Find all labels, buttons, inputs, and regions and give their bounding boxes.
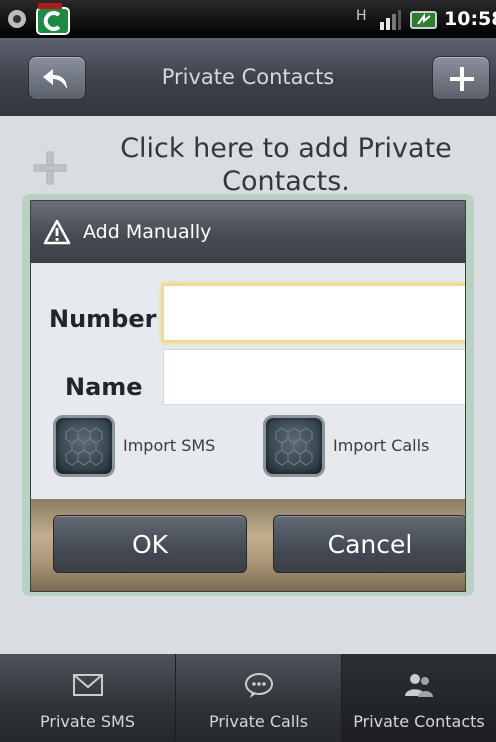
tab-private-sms[interactable]: Private SMS [0,654,176,742]
tab-label: Private Contacts [353,712,485,731]
name-label: Name [65,373,143,401]
network-type-label: H [356,8,367,24]
signal-icon [380,10,401,30]
tab-label: Private SMS [40,712,135,731]
cancel-button[interactable]: Cancel [273,515,465,573]
import-sms-checkbox[interactable] [53,415,115,477]
import-calls-checkbox[interactable] [263,415,325,477]
name-field[interactable] [163,349,465,405]
header-bar: Private Contacts [0,38,496,116]
tab-label: Private Calls [208,712,309,731]
dialog-title: Add Manually [83,221,212,243]
calls-icon [244,673,273,698]
bottom-tab-bar: Private SMS Private Calls Private Contac… [0,654,496,742]
ok-button[interactable]: OK [53,515,247,573]
add-contact-button[interactable] [432,56,490,100]
add-manually-dialog: Add Manually Number Name Import SMS Impo… [30,200,466,592]
warning-icon [43,219,71,245]
settings-icon [8,10,26,28]
dialog-body: Number Name Import SMS Import Calls [31,263,465,499]
number-label: Number [49,305,157,333]
dialog-footer: OK Cancel [31,499,465,591]
checkbox-pattern-icon [65,427,103,466]
add-prompt-text: Click here to add Private Contacts. [120,133,452,197]
tab-private-calls[interactable]: Private Calls [176,654,342,742]
add-plus-icon [33,151,67,185]
status-bar: H 10:58 [0,0,496,38]
checkbox-pattern-icon [275,427,313,466]
clock: 10:58 [444,8,496,30]
import-sms-label: Import SMS [123,436,216,455]
import-calls-label: Import Calls [333,436,430,455]
number-field[interactable] [161,283,465,343]
page-title: Private Contacts [161,65,335,89]
battery-icon [410,11,437,29]
sms-icon [72,674,103,696]
contacts-icon [405,674,433,697]
add-contact-prompt[interactable]: Click here to add Private Contacts. [0,116,496,206]
app-icon [36,3,70,35]
tab-private-contacts[interactable]: Private Contacts [342,654,496,742]
plus-icon [450,67,474,91]
dialog-title-bar: Add Manually [31,201,465,263]
